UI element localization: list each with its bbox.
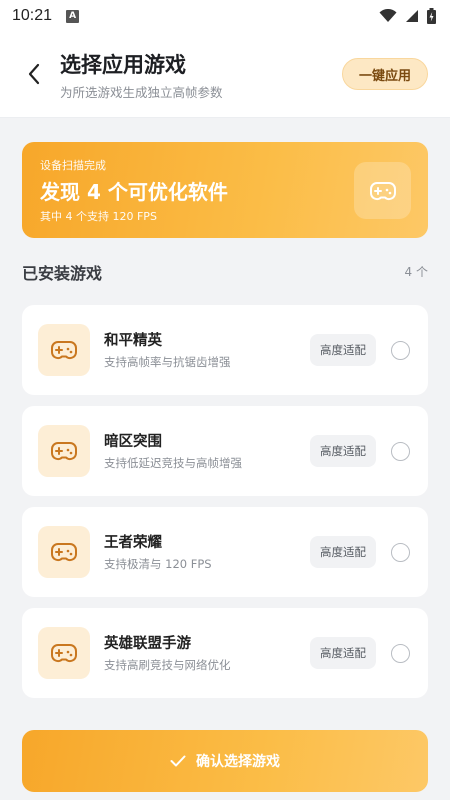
compatibility-tag: 高度适配 bbox=[310, 334, 376, 366]
notification-icon: A bbox=[66, 9, 80, 23]
select-radio[interactable] bbox=[391, 644, 410, 663]
check-icon bbox=[170, 755, 186, 767]
game-name: 暗区突围 bbox=[104, 434, 162, 450]
game-name: 王者荣耀 bbox=[104, 535, 162, 551]
game-card[interactable]: 英雄联盟手游 支持高刷竞技与网络优化 高度适配 bbox=[22, 608, 428, 698]
game-card[interactable]: 王者荣耀 支持极清与 120 FPS 高度适配 bbox=[22, 507, 428, 597]
game-card[interactable]: 暗区突围 支持低延迟竞技与高帧增强 高度适配 bbox=[22, 406, 428, 496]
banner-label: 设备扫描完成 bbox=[40, 159, 106, 172]
back-button[interactable] bbox=[20, 60, 48, 88]
banner-title: 发现 4 个可优化软件 bbox=[40, 180, 228, 204]
game-card[interactable]: 和平精英 支持高帧率与抗锯齿增强 高度适配 bbox=[22, 305, 428, 395]
game-icon-box bbox=[38, 324, 90, 376]
confirm-button-label: 确认选择游戏 bbox=[196, 754, 280, 770]
gamepad-icon bbox=[51, 644, 77, 663]
page-subtitle: 为所选游戏生成独立高帧参数 bbox=[60, 85, 223, 100]
gamepad-icon bbox=[51, 341, 77, 360]
game-icon-box bbox=[38, 526, 90, 578]
status-bar: 10:21 A bbox=[0, 0, 450, 32]
game-description: 支持低延迟竞技与高帧增强 bbox=[104, 456, 242, 470]
banner-icon-box bbox=[354, 162, 411, 219]
select-radio[interactable] bbox=[391, 543, 410, 562]
gamepad-icon bbox=[51, 442, 77, 461]
banner-subtitle: 其中 4 个支持 120 FPS bbox=[40, 210, 157, 223]
one-click-apply-button[interactable]: 一键应用 bbox=[342, 58, 428, 90]
compatibility-tag: 高度适配 bbox=[310, 637, 376, 669]
section-count: 4 个 bbox=[404, 265, 428, 279]
game-name: 和平精英 bbox=[104, 333, 162, 349]
wifi-icon bbox=[379, 9, 397, 22]
select-radio[interactable] bbox=[391, 341, 410, 360]
scan-result-banner: 设备扫描完成 发现 4 个可优化软件 其中 4 个支持 120 FPS bbox=[22, 142, 428, 238]
select-radio[interactable] bbox=[391, 442, 410, 461]
status-icons bbox=[379, 8, 436, 24]
game-name: 英雄联盟手游 bbox=[104, 636, 191, 652]
chevron-left-icon bbox=[28, 63, 40, 85]
game-icon-box bbox=[38, 627, 90, 679]
confirm-selection-button[interactable]: 确认选择游戏 bbox=[22, 730, 428, 792]
game-description: 支持高帧率与抗锯齿增强 bbox=[104, 355, 231, 369]
header: 选择应用游戏 为所选游戏生成独立高帧参数 一键应用 bbox=[0, 32, 450, 118]
game-description: 支持极清与 120 FPS bbox=[104, 557, 212, 571]
signal-icon bbox=[406, 10, 418, 22]
compatibility-tag: 高度适配 bbox=[310, 536, 376, 568]
section-title: 已安装游戏 bbox=[22, 264, 103, 283]
page-title: 选择应用游戏 bbox=[60, 53, 186, 77]
game-icon-box bbox=[38, 425, 90, 477]
status-time: 10:21 bbox=[12, 7, 53, 24]
gamepad-icon bbox=[51, 543, 77, 562]
compatibility-tag: 高度适配 bbox=[310, 435, 376, 467]
battery-icon bbox=[427, 8, 436, 24]
game-description: 支持高刷竞技与网络优化 bbox=[104, 658, 231, 672]
gamepad-icon bbox=[369, 181, 396, 200]
